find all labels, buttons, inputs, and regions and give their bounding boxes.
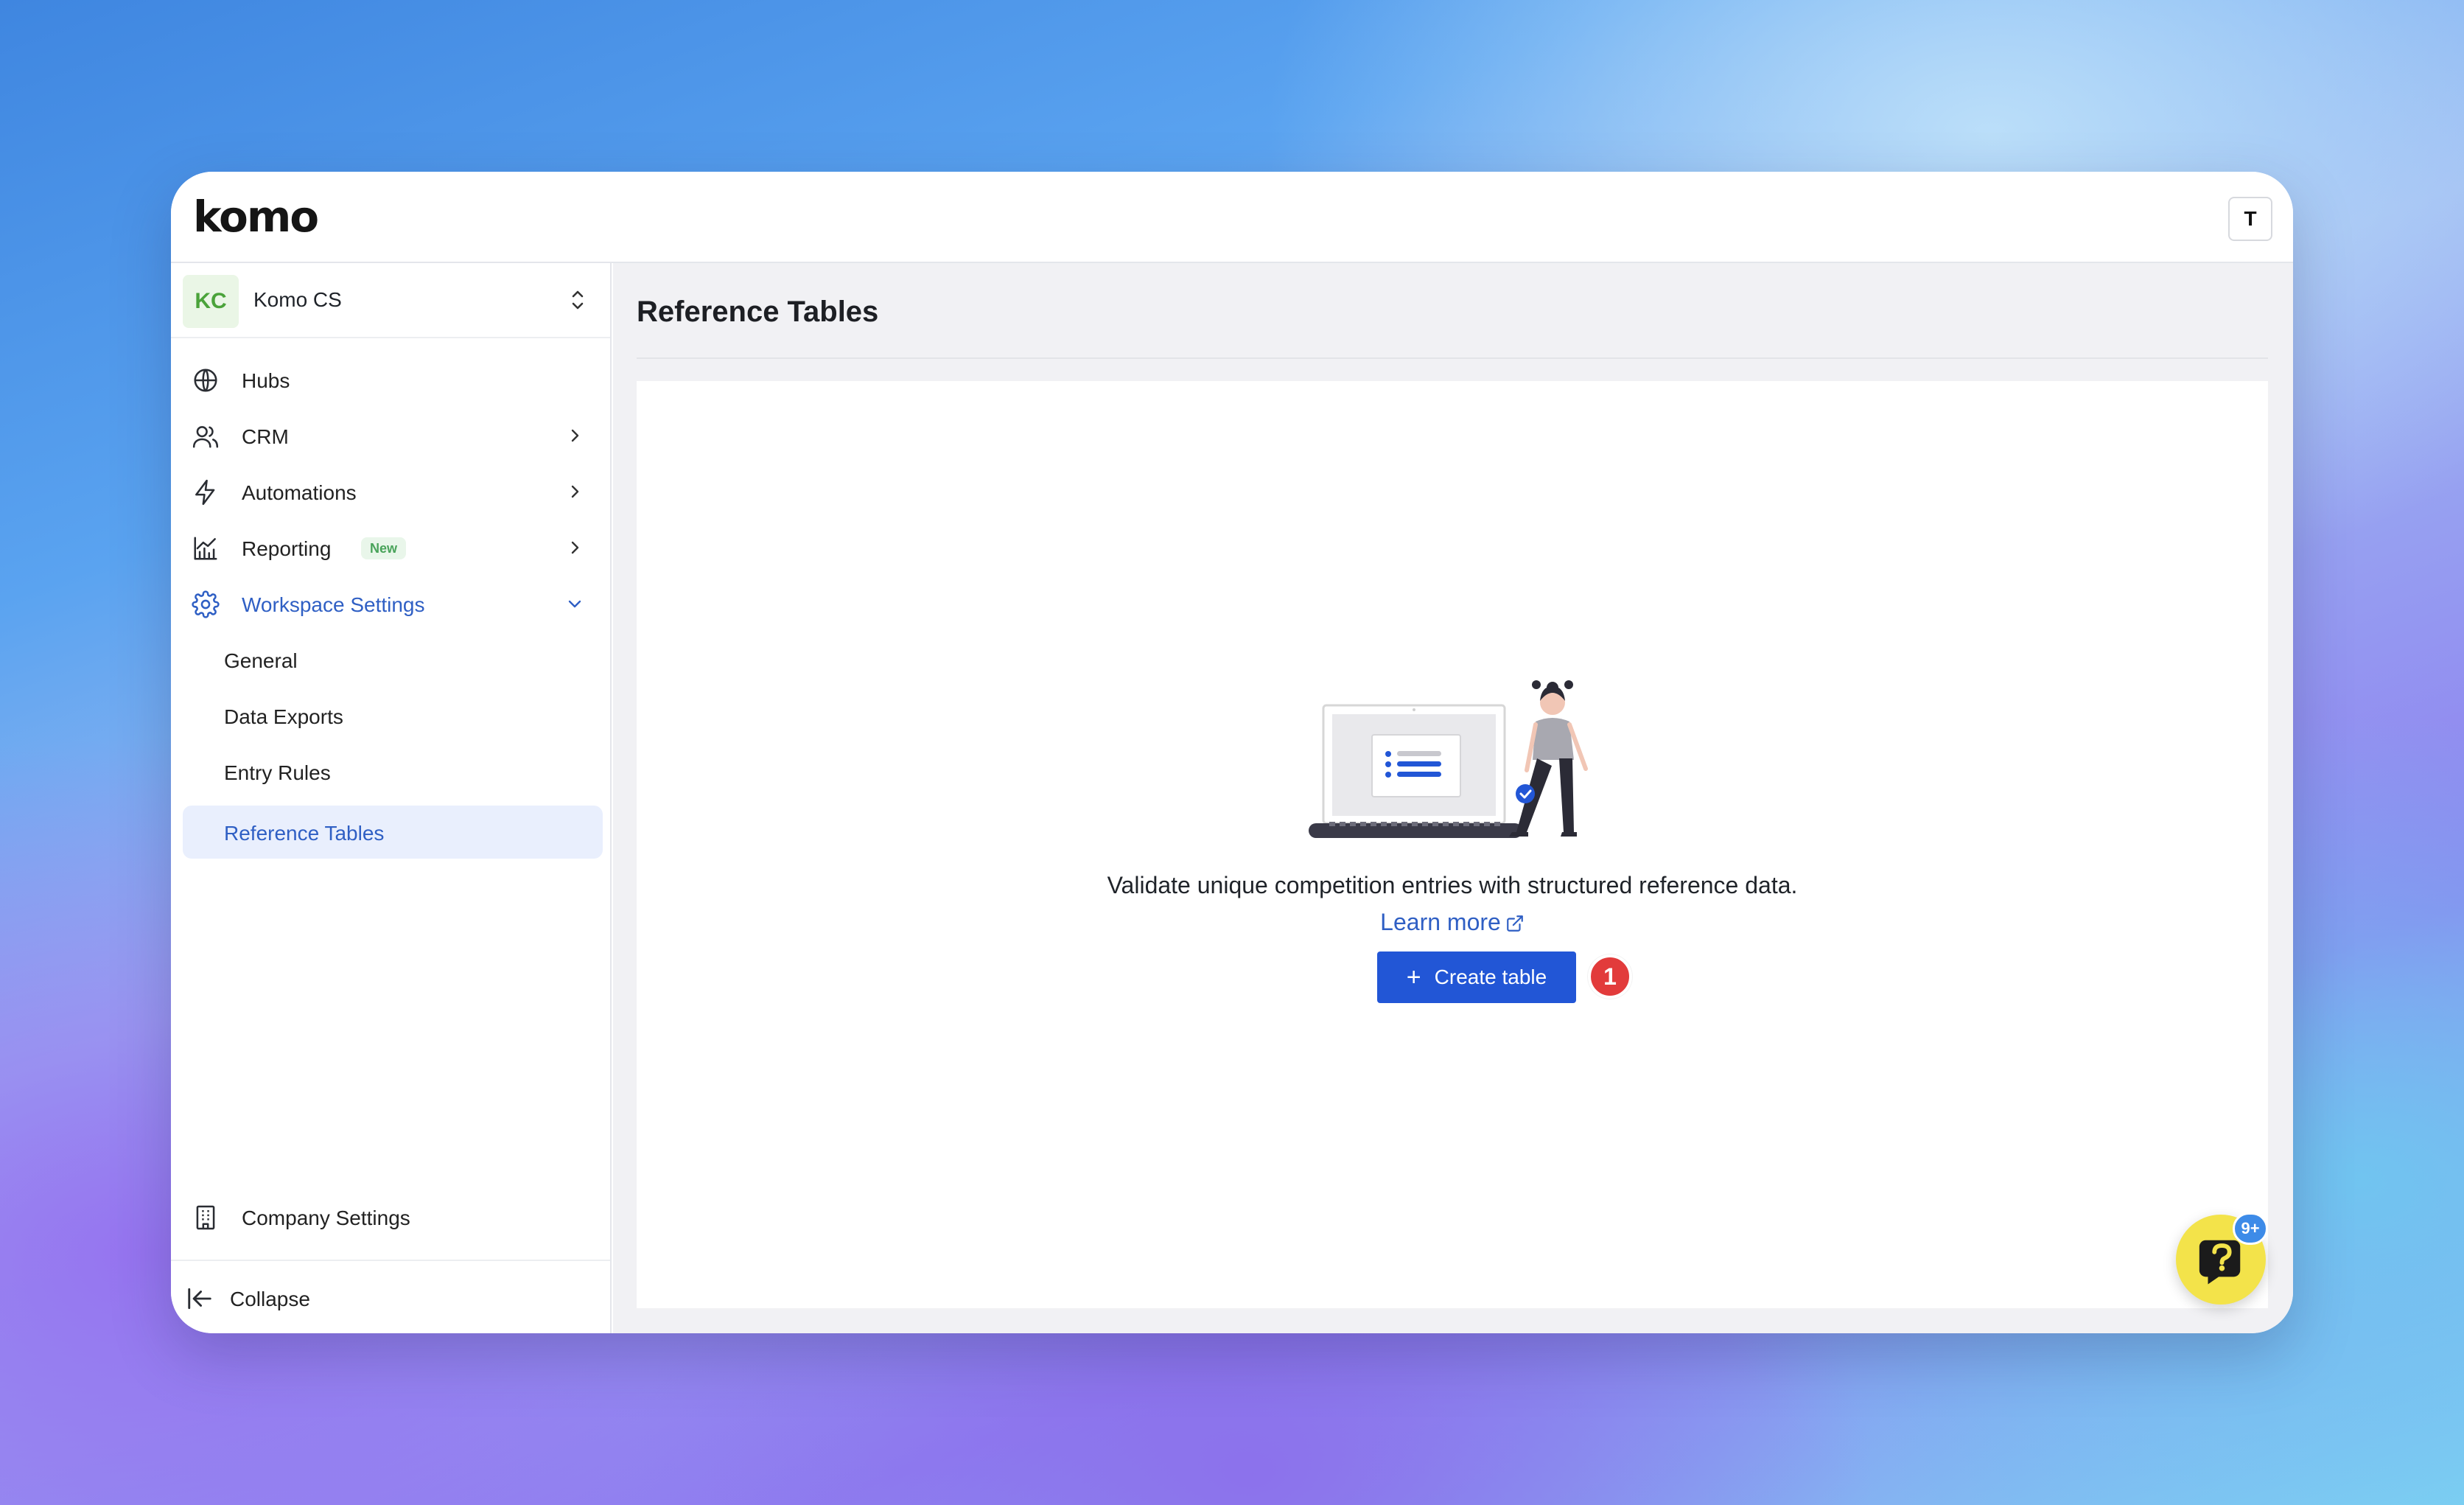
sidebar: KC Komo CS Hubs CRM Automations Reportin…	[171, 263, 612, 1333]
sidebar-item-company-settings[interactable]: Company Settings	[183, 1190, 600, 1243]
lightning-icon	[195, 479, 215, 506]
sidebar-item-label: CRM	[242, 425, 289, 448]
sidebar-subitem-label: Entry Rules	[224, 761, 331, 784]
step-number-badge: 1	[1588, 954, 1632, 999]
sidebar-item-label: Hubs	[242, 369, 290, 392]
sidebar-item-workspace-settings[interactable]: Workspace Settings	[183, 577, 600, 630]
building-icon	[196, 1205, 215, 1230]
sidebar-subitem-label: Data Exports	[224, 705, 343, 728]
sidebar-item-hubs[interactable]: Hubs	[183, 353, 600, 406]
user-avatar-button[interactable]: T	[2228, 197, 2272, 241]
sidebar-subitem-entry-rules[interactable]: Entry Rules	[183, 745, 603, 798]
empty-state-text: Validate unique competition entries with…	[1107, 872, 1798, 898]
sidebar-subitem-general[interactable]: General	[183, 633, 603, 686]
sidebar-subitem-reference-tables[interactable]: Reference Tables	[183, 806, 603, 859]
learn-more-link[interactable]: Learn more	[637, 909, 2268, 936]
collapse-left-icon	[188, 1288, 211, 1310]
sidebar-subitem-label: General	[224, 649, 298, 672]
chart-icon	[194, 537, 217, 560]
new-badge: New	[361, 537, 407, 559]
workspace-switcher[interactable]: KC Komo CS	[171, 263, 610, 338]
chevron-right-icon	[571, 541, 579, 554]
empty-state-illustration	[1309, 680, 1588, 838]
collapse-label: Collapse	[230, 1288, 310, 1310]
komo-logo[interactable]: komo	[193, 194, 319, 240]
create-table-button[interactable]: + Create table	[1377, 951, 1576, 1003]
sidebar-item-reporting[interactable]: Reporting New	[183, 521, 600, 574]
learn-more-label: Learn more	[1380, 909, 1501, 935]
chevron-up-down-icon	[572, 290, 584, 310]
sidebar-item-crm[interactable]: CRM	[183, 409, 600, 462]
empty-state-panel: Validate unique competition entries with…	[637, 381, 2268, 1308]
chevron-right-icon	[571, 429, 579, 442]
sidebar-item-label: Automations	[242, 481, 357, 504]
plus-icon: +	[1406, 963, 1421, 991]
sidebar-item-label: Reporting	[242, 537, 332, 560]
external-link-icon	[1506, 915, 1523, 932]
create-table-label: Create table	[1434, 965, 1547, 988]
top-bar: komo T	[171, 172, 2293, 263]
sidebar-item-label: Company Settings	[242, 1207, 410, 1229]
globe-icon	[194, 369, 217, 392]
workspace-avatar: KC	[183, 275, 239, 328]
chevron-right-icon	[571, 485, 579, 498]
app-window: komo T KC Komo CS Hubs CRM Automations R…	[171, 172, 2293, 1333]
workspace-name: Komo CS	[253, 288, 342, 311]
gear-icon	[192, 590, 220, 618]
page-title: Reference Tables	[637, 296, 879, 328]
title-divider	[637, 357, 2268, 359]
users-icon	[192, 426, 219, 448]
sidebar-subitem-data-exports[interactable]: Data Exports	[183, 689, 603, 742]
sidebar-divider	[171, 1260, 610, 1261]
collapse-button[interactable]: Collapse	[177, 1271, 594, 1324]
chevron-down-icon	[568, 600, 581, 608]
help-notification-count: 9+	[2233, 1212, 2268, 1245]
sidebar-subitem-label: Reference Tables	[224, 822, 385, 845]
main-content: Reference Tables Validate unique competi…	[613, 263, 2293, 1333]
sidebar-item-label: Workspace Settings	[242, 593, 425, 616]
sidebar-item-automations[interactable]: Automations	[183, 465, 600, 518]
